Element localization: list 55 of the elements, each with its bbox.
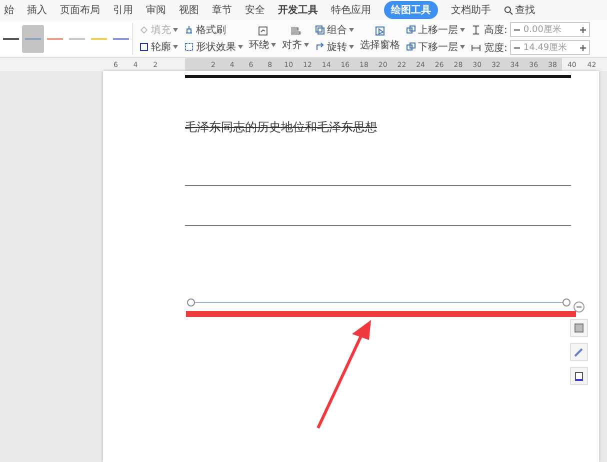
square-icon — [574, 323, 584, 333]
layout-options-button[interactable] — [570, 319, 588, 337]
pen-button[interactable] — [570, 343, 588, 361]
caret-icon — [349, 45, 354, 49]
align-icon — [290, 26, 300, 36]
width-label: 宽度: — [484, 42, 508, 54]
rotate-button[interactable]: 旋转 — [315, 40, 354, 54]
bring-forward-icon — [406, 25, 416, 35]
outline-icon — [574, 371, 584, 381]
caret-icon — [173, 28, 178, 32]
wrap-button[interactable]: 环绕 — [249, 26, 276, 52]
search-icon — [504, 6, 513, 14]
brush-icon — [184, 25, 194, 35]
group-icon — [315, 25, 325, 35]
menu-tab[interactable]: 开发工具 — [278, 1, 318, 19]
wrap-icon — [258, 26, 268, 36]
caret-icon — [173, 45, 178, 49]
menu-tab[interactable]: 视图 — [179, 1, 199, 19]
selection-pane-button[interactable]: 选择窗格 — [360, 26, 400, 52]
outline-icon — [139, 42, 149, 52]
menu-tab[interactable]: 审阅 — [146, 1, 166, 19]
menu-tab[interactable]: 始 — [4, 1, 14, 19]
caret-icon — [349, 28, 354, 32]
height-label: 高度: — [484, 24, 508, 36]
line-style-swatch[interactable] — [22, 24, 44, 52]
align-button[interactable]: 对齐 — [282, 26, 309, 52]
outline-button[interactable]: 轮廓 — [139, 40, 178, 54]
bring-forward-button[interactable]: 上移一层 — [406, 23, 465, 37]
menu-tab[interactable]: 插入 — [27, 1, 47, 19]
shape-effects-icon — [184, 42, 194, 52]
menu-tab[interactable]: 安全 — [245, 1, 265, 19]
width-icon — [471, 42, 481, 52]
caret-icon — [460, 28, 465, 32]
menu-tab[interactable]: 页面布局 — [60, 1, 100, 19]
send-backward-button[interactable]: 下移一层 — [406, 40, 465, 54]
document-heading: 毛泽东同志的历史地位和毛泽东思想 — [185, 119, 378, 136]
caret-icon — [238, 45, 243, 49]
pen-icon — [574, 347, 584, 357]
search-tab[interactable]: 查找 — [504, 1, 535, 19]
caret-icon — [271, 42, 276, 46]
rotate-icon — [315, 42, 325, 52]
bucket-icon — [139, 25, 149, 35]
menu-tab[interactable]: 章节 — [212, 1, 232, 19]
height-icon — [471, 24, 481, 34]
menu-tab[interactable]: 文档助手 — [451, 1, 491, 19]
group-button[interactable]: 组合 — [315, 23, 354, 37]
shape-effects-button[interactable]: 形状效果 — [184, 40, 243, 54]
send-backward-icon — [406, 42, 416, 52]
format-painter-button[interactable]: 格式刷 — [184, 23, 243, 37]
caret-icon — [460, 45, 465, 49]
caret-icon — [304, 42, 309, 46]
menu-tab[interactable]: 特色应用 — [331, 1, 371, 19]
selection-pane-icon — [375, 26, 385, 36]
outline-style-button[interactable] — [570, 367, 588, 385]
menu-tab[interactable]: 引用 — [113, 1, 133, 19]
